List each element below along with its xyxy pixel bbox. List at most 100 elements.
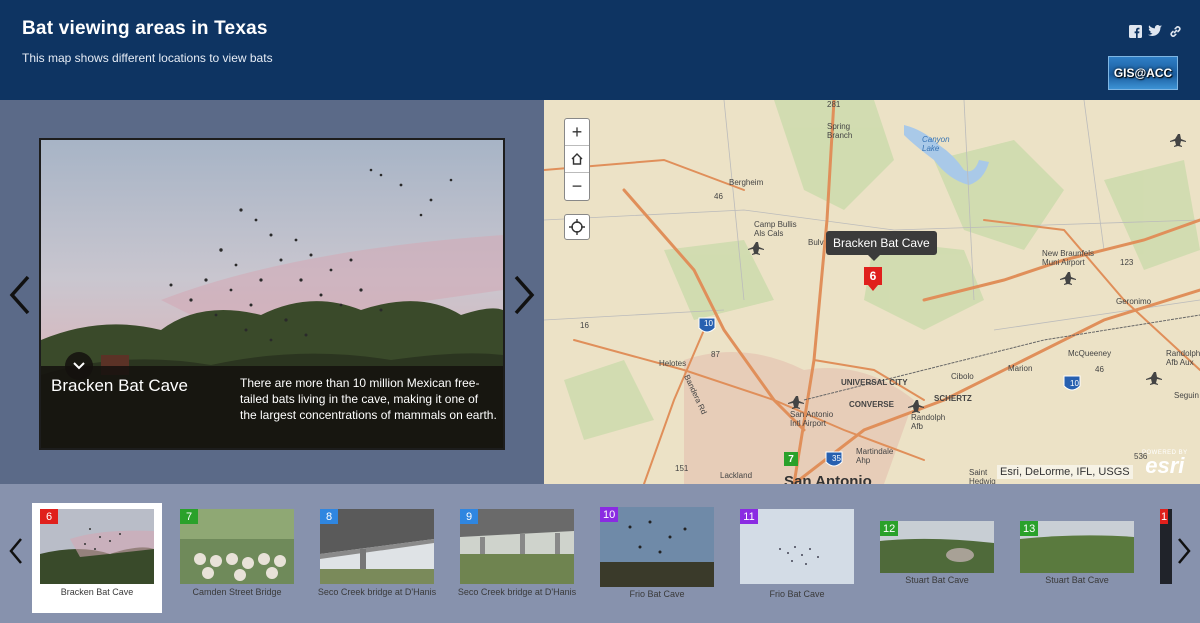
thumbnail-item[interactable]: 9 Seco Creek bridge at D'Hanis — [452, 503, 582, 613]
map-marker[interactable]: 7 — [784, 452, 802, 474]
thumbnail-label: Camden Street Bridge — [192, 587, 282, 597]
thumbnail-number: 10 — [600, 507, 619, 522]
thumbnail-number: 7 — [180, 509, 198, 524]
map-label: 46 — [714, 192, 723, 201]
thumbnail-label: Frio Bat Cave — [629, 589, 685, 599]
map-label: Bergheim — [729, 178, 764, 187]
map-label: Marion — [1008, 364, 1033, 373]
thumbnail-number: 6 — [40, 509, 58, 524]
marker-number: 6 — [864, 267, 882, 285]
thumbnail-label: Seco Creek bridge at D'Hanis — [457, 587, 577, 597]
twitter-icon[interactable] — [1148, 24, 1162, 38]
map-view[interactable]: 281 Spring Branch Canyon Lake Bergheim 4… — [544, 100, 1200, 484]
thumbnail-number: 12 — [880, 521, 899, 536]
thumbnail-carousel: 6 Bracken Bat Cave 7 Camden Street Bridg… — [0, 484, 1200, 623]
thumbnail-image: 8 — [320, 509, 434, 584]
media-caption: Bracken Bat Cave There are more than 10 … — [41, 352, 503, 448]
next-entry-button[interactable] — [509, 270, 539, 320]
share-buttons — [1128, 24, 1182, 38]
crosshair-icon — [569, 219, 585, 235]
basemap — [544, 100, 1200, 484]
media-panel: Bracken Bat Cave There are more than 10 … — [0, 100, 544, 484]
caption-description: There are more than 10 million Mexican f… — [240, 376, 497, 422]
map-label: New Braunfels Muni Airport — [1042, 249, 1095, 267]
map-label: Seguin — [1174, 391, 1199, 400]
caption-title: Bracken Bat Cave — [51, 376, 189, 395]
map-label: 35 — [832, 454, 841, 463]
thumbnail-item[interactable]: 1 — [1152, 503, 1172, 613]
thumbnail-image: 11 — [740, 509, 854, 584]
map-label: Spring Branch — [827, 122, 853, 140]
map-label: 151 — [675, 464, 689, 473]
thumbnail-item[interactable]: 8 Seco Creek bridge at D'Hanis — [312, 503, 442, 613]
facebook-icon[interactable] — [1128, 24, 1142, 38]
app-subtitle: This map shows different locations to vi… — [22, 51, 273, 65]
map-label: 10 — [704, 319, 713, 328]
map-label: Helotes — [659, 359, 687, 368]
map-label: Saint Hedwig — [969, 468, 996, 484]
thumbnail-item[interactable]: 13 Stuart Bat Cave — [1012, 503, 1142, 613]
zoom-controls: + − — [564, 118, 590, 201]
map-label: 10 — [1070, 379, 1079, 388]
map-attribution: Esri, DeLorme, IFL, USGS — [997, 465, 1133, 479]
map-label: SCHERTZ — [934, 394, 972, 403]
map-label: McQueeney — [1068, 349, 1112, 358]
app-title: Bat viewing areas in Texas — [22, 18, 268, 39]
locate-button[interactable] — [564, 214, 590, 240]
thumbnail-item[interactable]: 12 Stuart Bat Cave — [872, 503, 1002, 613]
map-label: Geronimo — [1116, 297, 1152, 306]
thumbnail-number: 8 — [320, 509, 338, 524]
chevron-down-icon — [73, 362, 85, 370]
map-label: 123 — [1120, 258, 1134, 267]
thumbnail-item[interactable]: 11 Frio Bat Cave — [732, 503, 862, 613]
thumbnail-label: Stuart Bat Cave — [905, 575, 969, 585]
esri-name: esri — [1145, 453, 1185, 478]
zoom-in-button[interactable]: + — [565, 119, 589, 146]
thumbnail-image: 10 — [600, 507, 714, 587]
thumbnail-image: 9 — [460, 509, 574, 584]
thumbnail-item[interactable]: 10 Frio Bat Cave — [592, 503, 722, 613]
map-label: Randolph Afb — [911, 413, 946, 431]
map-label: Martindale Ahp — [856, 447, 894, 465]
carousel-previous-button[interactable] — [2, 526, 30, 576]
esri-logo[interactable]: POWERED BY esri — [1142, 450, 1188, 478]
logo-text: GIS@ACC — [1113, 66, 1173, 80]
map-label: Cibolo — [951, 372, 974, 381]
thumbnail-label: Stuart Bat Cave — [1045, 575, 1109, 585]
map-label: UNIVERSAL CITY — [841, 378, 908, 387]
thumbnail-number: 1 — [1160, 509, 1168, 524]
carousel-next-button[interactable] — [1170, 526, 1198, 576]
map-label: 87 — [711, 350, 720, 359]
link-icon[interactable] — [1168, 24, 1182, 38]
previous-entry-button[interactable] — [5, 270, 35, 320]
thumbnail-label: Bracken Bat Cave — [60, 587, 134, 597]
map-label: San Antonio Intl Airport — [790, 410, 834, 428]
map-label: 281 — [827, 100, 841, 109]
thumbnail-image: 12 — [880, 521, 994, 573]
map-marker-selected[interactable]: 6 — [864, 267, 882, 291]
header: Bat viewing areas in Texas This map show… — [0, 0, 1200, 100]
thumbnail-label: Seco Creek bridge at D'Hanis — [317, 587, 437, 597]
home-icon — [571, 153, 583, 165]
map-label: Bulv — [808, 238, 824, 247]
map-label: 16 — [580, 321, 589, 330]
map-label: San Antonio — [784, 473, 872, 484]
chevron-right-icon — [1178, 538, 1191, 564]
map-label: Lackland — [720, 471, 753, 480]
marker-pointer — [868, 285, 878, 291]
marker-number: 7 — [784, 452, 798, 466]
thumbnail-number: 13 — [1020, 521, 1039, 536]
chevron-right-icon — [514, 275, 535, 315]
thumbnail-image: 6 — [40, 509, 154, 584]
thumbnail-image: 7 — [180, 509, 294, 584]
home-button[interactable] — [565, 146, 589, 173]
map-label: CONVERSE — [849, 400, 894, 409]
thumbnail-label: Frio Bat Cave — [769, 589, 825, 599]
chevron-left-icon — [9, 275, 30, 315]
gis-acc-logo[interactable]: GIS@ACC — [1108, 56, 1178, 90]
thumbnail-item[interactable]: 7 Camden Street Bridge — [172, 503, 302, 613]
thumbnail-item[interactable]: 6 Bracken Bat Cave — [32, 503, 162, 613]
thumbnail-number: 11 — [740, 509, 758, 524]
zoom-out-button[interactable]: − — [565, 173, 589, 200]
map-tooltip: Bracken Bat Cave — [826, 231, 937, 261]
